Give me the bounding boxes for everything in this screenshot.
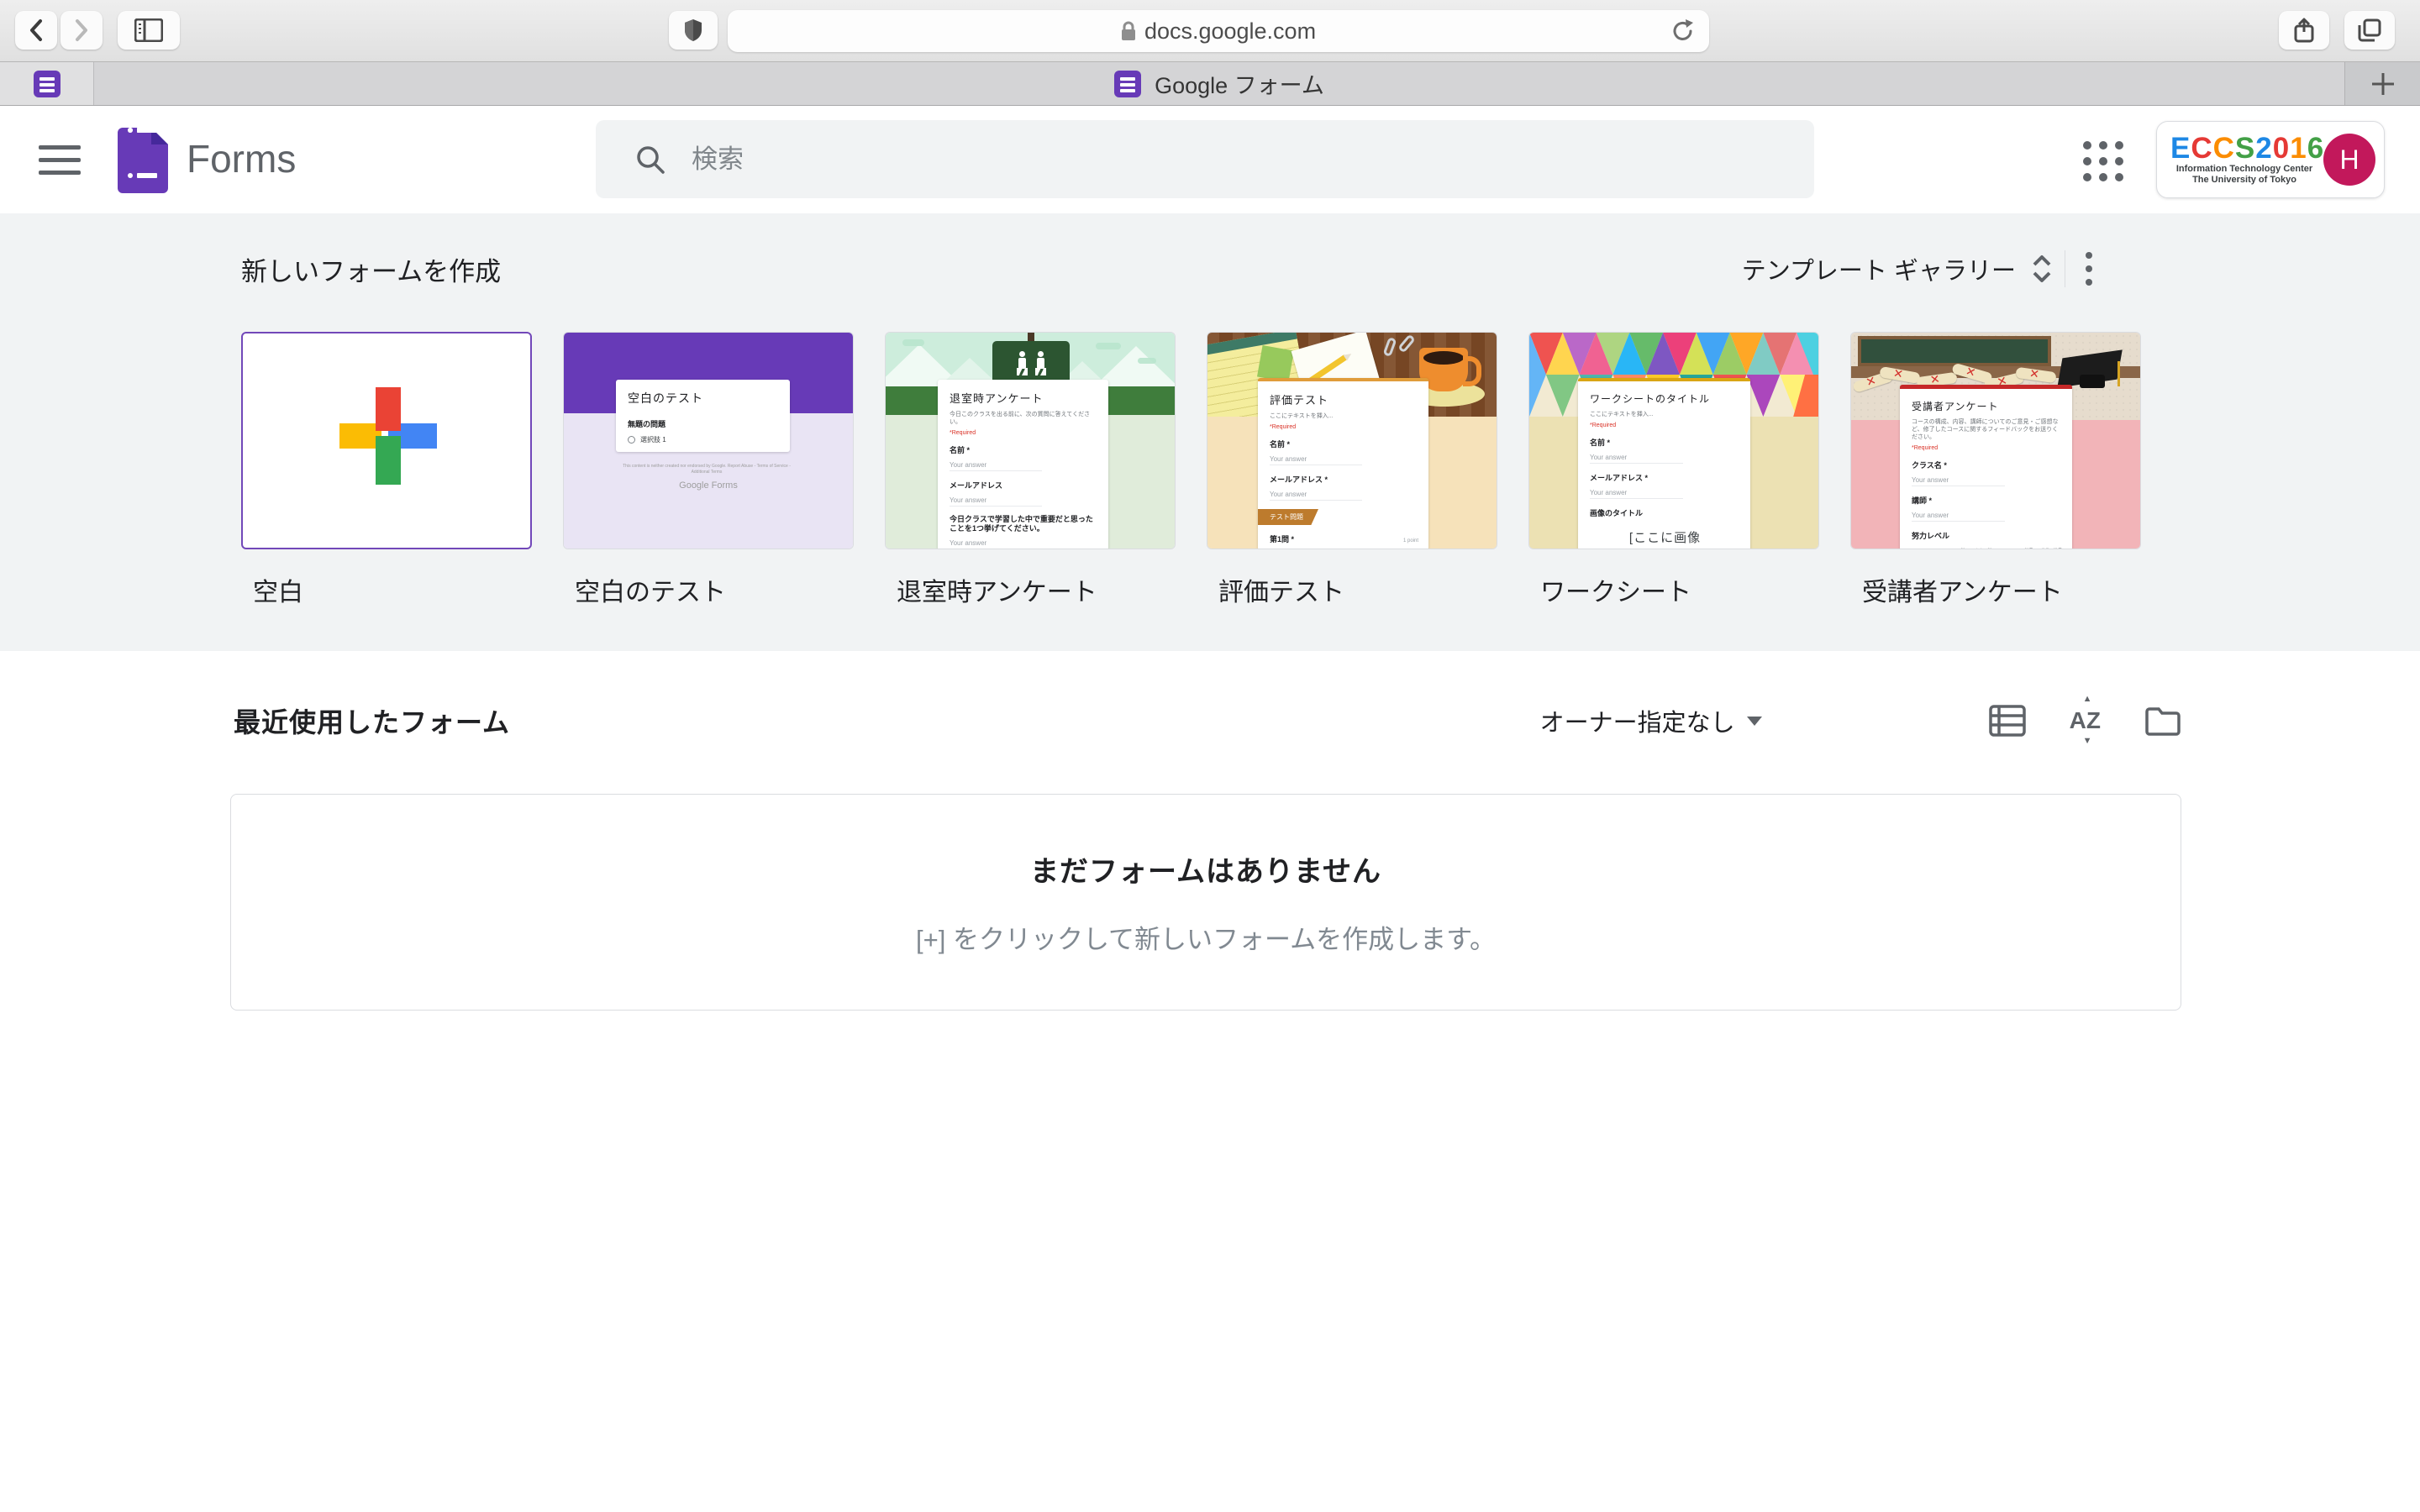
google-plus-icon <box>339 387 437 485</box>
open-file-picker-button[interactable] <box>2144 705 2181 737</box>
template-thumbnail-evaluation-test: 評価テスト ここにテキストを挿入... *Required 名前 * Your … <box>1207 332 1497 549</box>
active-tab[interactable]: Google フォーム <box>95 62 2344 105</box>
new-tab-button[interactable] <box>2344 62 2420 105</box>
template-label: 退室時アンケート <box>897 571 1176 608</box>
chevron-left-icon <box>28 18 45 42</box>
sidebar-icon <box>134 18 163 42</box>
template-label: 受講者アンケート <box>1862 571 2141 608</box>
list-view-button[interactable] <box>1989 705 2026 737</box>
share-button[interactable] <box>2279 11 2329 50</box>
owner-filter-dropdown[interactable]: オーナー指定なし <box>1540 703 1762 738</box>
app-header: Forms ECCS2016 Information Technology Ce… <box>0 106 2420 213</box>
reload-icon[interactable] <box>1670 18 1696 45</box>
template-thumbnail-exit-survey: 退室時アンケート 今日このクラスを出る前に、次の質問に答えてください。 *Req… <box>885 332 1176 549</box>
empty-state-hint: [+] をクリックして新しいフォームを作成します。 <box>916 918 1496 956</box>
search-input[interactable] <box>692 144 1700 175</box>
template-card-blank[interactable]: 空白 <box>241 332 532 608</box>
template-section-title: 新しいフォームを作成 <box>241 250 501 288</box>
google-forms-home: Forms ECCS2016 Information Technology Ce… <box>0 106 2420 1512</box>
template-label: ワークシート <box>1540 571 1819 608</box>
google-apps-button[interactable] <box>2075 136 2131 186</box>
search-icon <box>634 144 666 176</box>
address-bar[interactable]: docs.google.com <box>728 10 1709 52</box>
template-card-blank-quiz[interactable]: 空白のテスト 無題の問題 選択肢 1 This content is neith… <box>563 332 854 608</box>
browser-toolbar: docs.google.com <box>0 0 2420 62</box>
template-thumbnail-blank-quiz: 空白のテスト 無題の問題 選択肢 1 This content is neith… <box>563 332 854 549</box>
search-bar[interactable] <box>596 120 1814 198</box>
organization-subtitle-1: Information Technology Center <box>2170 164 2318 175</box>
tabs-icon <box>2358 18 2381 42</box>
template-card-evaluation-test[interactable]: 評価テスト ここにテキストを挿入... *Required 名前 * Your … <box>1207 332 1497 608</box>
template-cards-row: 空白 空白のテスト 無題の問題 選択肢 1 This content is ne… <box>241 332 2141 608</box>
url-text: docs.google.com <box>1144 18 1316 45</box>
account-card[interactable]: ECCS2016 Information Technology Center T… <box>2156 121 2385 198</box>
avatar[interactable]: H <box>2323 134 2375 186</box>
chevron-right-icon <box>73 18 90 42</box>
template-card-exit-survey[interactable]: 退室時アンケート 今日このクラスを出る前に、次の質問に答えてください。 *Req… <box>885 332 1176 608</box>
app-name[interactable]: Forms <box>187 136 296 181</box>
sort-by-name-button[interactable]: AZ <box>2070 707 2101 734</box>
tab-bar: Google フォーム <box>0 62 2420 106</box>
empty-state-card: まだフォームはありません [+] をクリックして新しいフォームを作成します。 <box>230 794 2181 1011</box>
template-label: 空白 <box>253 571 532 608</box>
google-forms-favicon <box>34 71 60 97</box>
tab-overview-button[interactable] <box>2344 11 2395 50</box>
empty-state-title: まだフォームはありません <box>1030 848 1381 890</box>
organization-subtitle-2: The University of Tokyo <box>2170 175 2318 186</box>
organization-logo: ECCS2016 Information Technology Center T… <box>2170 134 2318 186</box>
template-thumbnail-blank <box>241 332 532 549</box>
privacy-report-button[interactable] <box>669 11 718 50</box>
caret-down-icon <box>1747 717 1762 726</box>
shield-icon <box>684 18 702 42</box>
lock-icon <box>1121 21 1136 41</box>
template-card-course-survey[interactable]: 受講者アンケート コースの構成、内容、講師についてのご意見・ご感想など、修了した… <box>1850 332 2141 608</box>
template-thumbnail-course-survey: 受講者アンケート コースの構成、内容、講師についてのご意見・ご感想など、修了した… <box>1850 332 2141 549</box>
sidebar-toggle-button[interactable] <box>118 11 180 50</box>
share-icon <box>2294 18 2314 43</box>
back-button[interactable] <box>15 11 57 50</box>
main-menu-button[interactable] <box>39 141 81 178</box>
unfold-more-icon <box>2031 255 2053 283</box>
tab-title: Google フォーム <box>1155 67 1324 100</box>
template-label: 評価テスト <box>1218 571 1497 608</box>
pinned-tab-google-forms[interactable] <box>0 62 94 105</box>
recent-forms-section: 最近使用したフォーム オーナー指定なし AZ まだフォームはありません <box>0 651 2420 1011</box>
forward-button[interactable] <box>60 11 103 50</box>
template-gallery-button[interactable]: テンプレート ギャラリー <box>1742 251 2053 286</box>
plus-icon <box>2370 71 2396 97</box>
template-thumbnail-worksheet: ワークシートのタイトル ここにテキストを挿入... *Required 名前 *… <box>1528 332 1819 549</box>
google-forms-logo-icon[interactable] <box>118 128 168 193</box>
template-card-worksheet[interactable]: ワークシートのタイトル ここにテキストを挿入... *Required 名前 *… <box>1528 332 1819 608</box>
recent-section-title: 最近使用したフォーム <box>234 701 510 740</box>
template-gallery-band: 新しいフォームを作成 テンプレート ギャラリー <box>0 213 2420 651</box>
google-forms-favicon <box>1114 71 1141 97</box>
organization-logo-text: ECCS2016 <box>2170 134 2318 164</box>
template-label: 空白のテスト <box>575 571 854 608</box>
more-options-button[interactable] <box>2077 247 2101 291</box>
